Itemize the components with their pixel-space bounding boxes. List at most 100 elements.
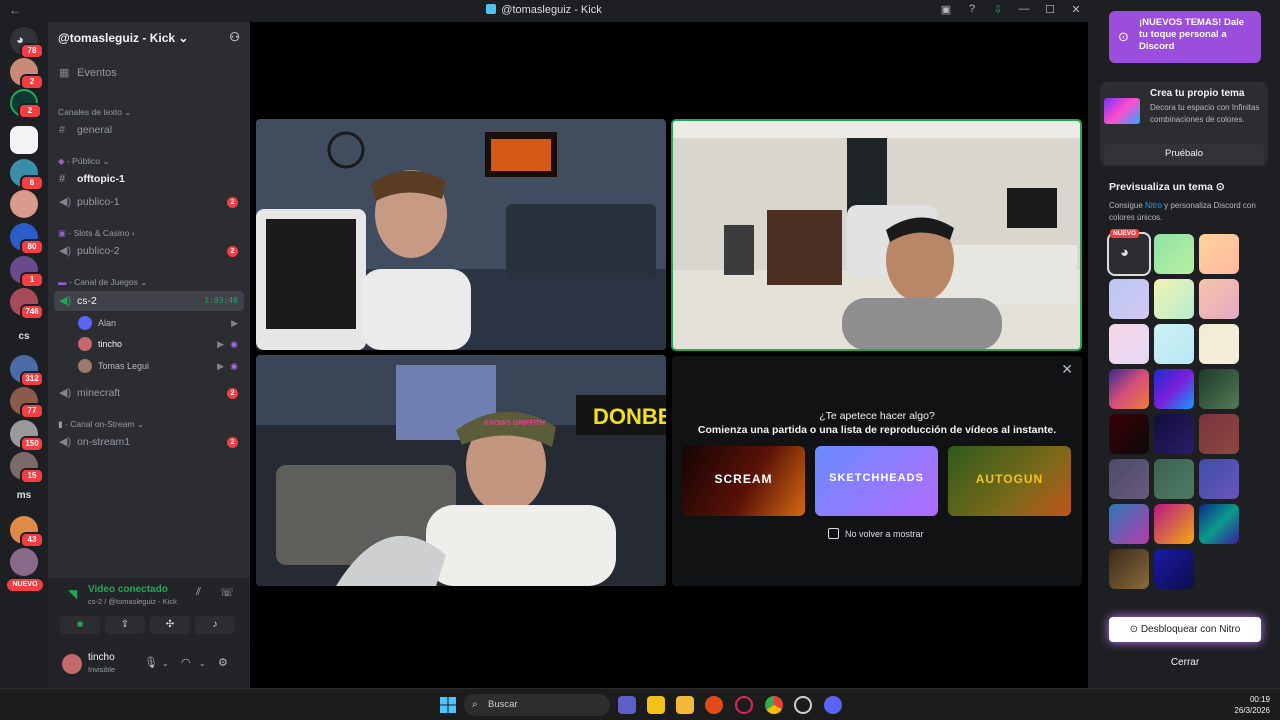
server-avatar[interactable]: 80 bbox=[10, 223, 44, 255]
theme-swatch[interactable] bbox=[1199, 504, 1239, 544]
settings-gear-icon[interactable]: ⚙ bbox=[218, 656, 228, 669]
category-on-stream[interactable]: ▮ - Canal on-Stream ⌄ bbox=[58, 419, 144, 430]
theme-swatch[interactable] bbox=[1199, 234, 1239, 274]
theme-swatch[interactable] bbox=[1199, 459, 1239, 499]
theme-swatch[interactable] bbox=[1109, 279, 1149, 319]
server-avatar[interactable]: 8 bbox=[10, 159, 44, 191]
close-button[interactable]: ✕ bbox=[1070, 3, 1082, 16]
download-icon[interactable]: ⇩ bbox=[992, 3, 1004, 16]
theme-swatch[interactable] bbox=[1199, 414, 1239, 454]
theme-swatch[interactable] bbox=[1154, 414, 1194, 454]
theme-swatch[interactable] bbox=[1109, 324, 1149, 364]
minimize-button[interactable]: — bbox=[1018, 3, 1030, 16]
add-friend-icon[interactable]: ⚇ bbox=[229, 30, 240, 44]
category-public[interactable]: ◆ - Público ⌄ bbox=[58, 156, 109, 167]
screen-share-button[interactable]: ⇪ bbox=[105, 616, 145, 634]
theme-swatch[interactable] bbox=[1154, 504, 1194, 544]
activity-card-scream[interactable]: SCREAM bbox=[682, 446, 805, 516]
server-avatar[interactable] bbox=[10, 548, 38, 576]
headphones-icon[interactable]: ◠ bbox=[181, 656, 191, 669]
voice-user[interactable]: tincho ▶ ◉ bbox=[78, 335, 242, 353]
voice-channel-cs-2[interactable]: ◀) cs-2 1:03:48 bbox=[54, 291, 244, 311]
activity-card-autogun[interactable]: AUTOGUN bbox=[948, 446, 1071, 516]
server-avatar[interactable] bbox=[10, 126, 38, 154]
chevron-down-icon[interactable]: ⌄ bbox=[162, 659, 169, 668]
teams-icon[interactable] bbox=[618, 696, 636, 714]
theme-swatch[interactable] bbox=[1109, 459, 1149, 499]
server-avatar[interactable]: 43 bbox=[10, 516, 44, 548]
server-avatar[interactable] bbox=[10, 190, 38, 218]
file-explorer-icon[interactable] bbox=[676, 696, 694, 714]
noise-suppression-icon[interactable]: ⫽ bbox=[196, 586, 201, 599]
activity-card-sketchheads[interactable]: SKETCHHEADS bbox=[815, 446, 938, 516]
help-icon[interactable]: ? bbox=[966, 3, 978, 16]
server-cs[interactable]: cs bbox=[10, 323, 38, 351]
category-slots[interactable]: ▣ - Slots & Casino › bbox=[58, 228, 135, 239]
channel-general[interactable]: # general bbox=[54, 120, 244, 140]
server-avatar[interactable]: 2 bbox=[10, 58, 44, 90]
opera-icon[interactable] bbox=[735, 696, 753, 714]
video-tile-speaking[interactable] bbox=[671, 119, 1082, 351]
close-button[interactable]: Cerrar bbox=[1109, 652, 1261, 674]
video-tile[interactable]: DONBE KNOWS GRIFFITH bbox=[256, 355, 666, 586]
new-themes-banner[interactable]: ⊙ ¡NUEVOS TEMAS! Dale tu toque personal a… bbox=[1109, 11, 1261, 63]
taskbar-search[interactable]: ⌕ Buscar bbox=[464, 694, 610, 716]
chevron-down-icon[interactable]: ⌄ bbox=[199, 659, 206, 668]
discord-taskbar-icon[interactable] bbox=[824, 696, 842, 714]
app-icon[interactable] bbox=[705, 696, 723, 714]
video-tile[interactable] bbox=[256, 119, 666, 350]
voice-channel-publico-1[interactable]: ◀) publico-1 2 bbox=[54, 192, 244, 212]
chrome-icon[interactable] bbox=[765, 696, 783, 714]
close-icon[interactable]: ✕ bbox=[1061, 361, 1073, 378]
server-avatar[interactable]: 746 bbox=[10, 288, 44, 320]
rockstar-icon[interactable] bbox=[647, 696, 665, 714]
theme-swatch[interactable] bbox=[1154, 324, 1194, 364]
microphone-icon[interactable]: 🎙︎ bbox=[144, 656, 158, 669]
windows-start-icon[interactable] bbox=[439, 696, 457, 714]
disconnect-icon[interactable]: ☏ bbox=[220, 586, 234, 599]
server-ms[interactable]: ms bbox=[10, 482, 38, 510]
theme-swatch[interactable] bbox=[1109, 414, 1149, 454]
server-avatar[interactable]: 77 bbox=[10, 387, 44, 419]
server-avatar[interactable]: 1 bbox=[10, 256, 44, 288]
theme-swatch[interactable] bbox=[1154, 459, 1194, 499]
unlock-with-nitro-button[interactable]: ⊙ Desbloquear con Nitro bbox=[1109, 617, 1261, 642]
server-avatar[interactable]: 312 bbox=[10, 355, 44, 387]
user-avatar[interactable] bbox=[62, 654, 82, 674]
theme-swatch[interactable] bbox=[1154, 549, 1194, 589]
theme-swatch[interactable] bbox=[1199, 279, 1239, 319]
system-clock[interactable]: 00:19 26/3/2026 bbox=[1234, 694, 1270, 716]
camera-button[interactable]: ■ bbox=[60, 616, 100, 634]
theme-swatch[interactable]: NUEVO ◕ bbox=[1107, 229, 1151, 276]
checkbox[interactable] bbox=[828, 528, 839, 539]
server-avatar[interactable]: 150 bbox=[10, 420, 44, 452]
voice-channel-publico-2[interactable]: ◀) publico-2 2 bbox=[54, 241, 244, 261]
theme-swatch[interactable] bbox=[1154, 234, 1194, 274]
voice-user[interactable]: Tomas Legui ▶ ◉ bbox=[78, 357, 242, 375]
theme-swatch[interactable] bbox=[1109, 504, 1149, 544]
channel-offtopic[interactable]: # offtopic-1 bbox=[54, 169, 244, 189]
theme-swatch[interactable] bbox=[1154, 369, 1194, 409]
theme-swatch[interactable] bbox=[1109, 369, 1149, 409]
voice-channel-on-stream[interactable]: ◀) on-stream1 2 bbox=[54, 432, 244, 452]
soundboard-button[interactable]: ♪ bbox=[195, 616, 235, 634]
direct-messages-icon[interactable]: ◕ 78 bbox=[10, 27, 44, 59]
category-text-channels[interactable]: Canales de texto ⌄ bbox=[58, 107, 131, 118]
theme-swatch[interactable] bbox=[1109, 549, 1149, 589]
theme-swatch[interactable] bbox=[1199, 369, 1239, 409]
server-avatar[interactable]: 15 bbox=[10, 452, 44, 484]
inbox-icon[interactable]: ▣ bbox=[940, 3, 952, 16]
server-avatar[interactable]: 2 bbox=[10, 89, 42, 119]
steam-icon[interactable] bbox=[794, 696, 812, 714]
try-it-button[interactable]: Pruébalo bbox=[1104, 144, 1264, 164]
server-header[interactable]: @tomasleguiz - Kick ⌄ ⚇ bbox=[48, 22, 250, 54]
nitro-link[interactable]: Nitro bbox=[1145, 201, 1162, 210]
voice-channel-path[interactable]: cs-2 / @tomasleguiz - Kick bbox=[88, 597, 177, 606]
theme-swatch[interactable] bbox=[1199, 324, 1239, 364]
activities-button[interactable]: ✣ bbox=[150, 616, 190, 634]
voice-channel-minecraft[interactable]: ◀) minecraft 2 bbox=[54, 383, 244, 403]
maximize-button[interactable]: ☐ bbox=[1044, 3, 1056, 16]
theme-swatch[interactable] bbox=[1154, 279, 1194, 319]
category-games[interactable]: ▬ - Canal de Juegos ⌄ bbox=[58, 277, 147, 288]
dont-show-again-checkbox[interactable]: No volver a mostrar bbox=[828, 528, 924, 539]
